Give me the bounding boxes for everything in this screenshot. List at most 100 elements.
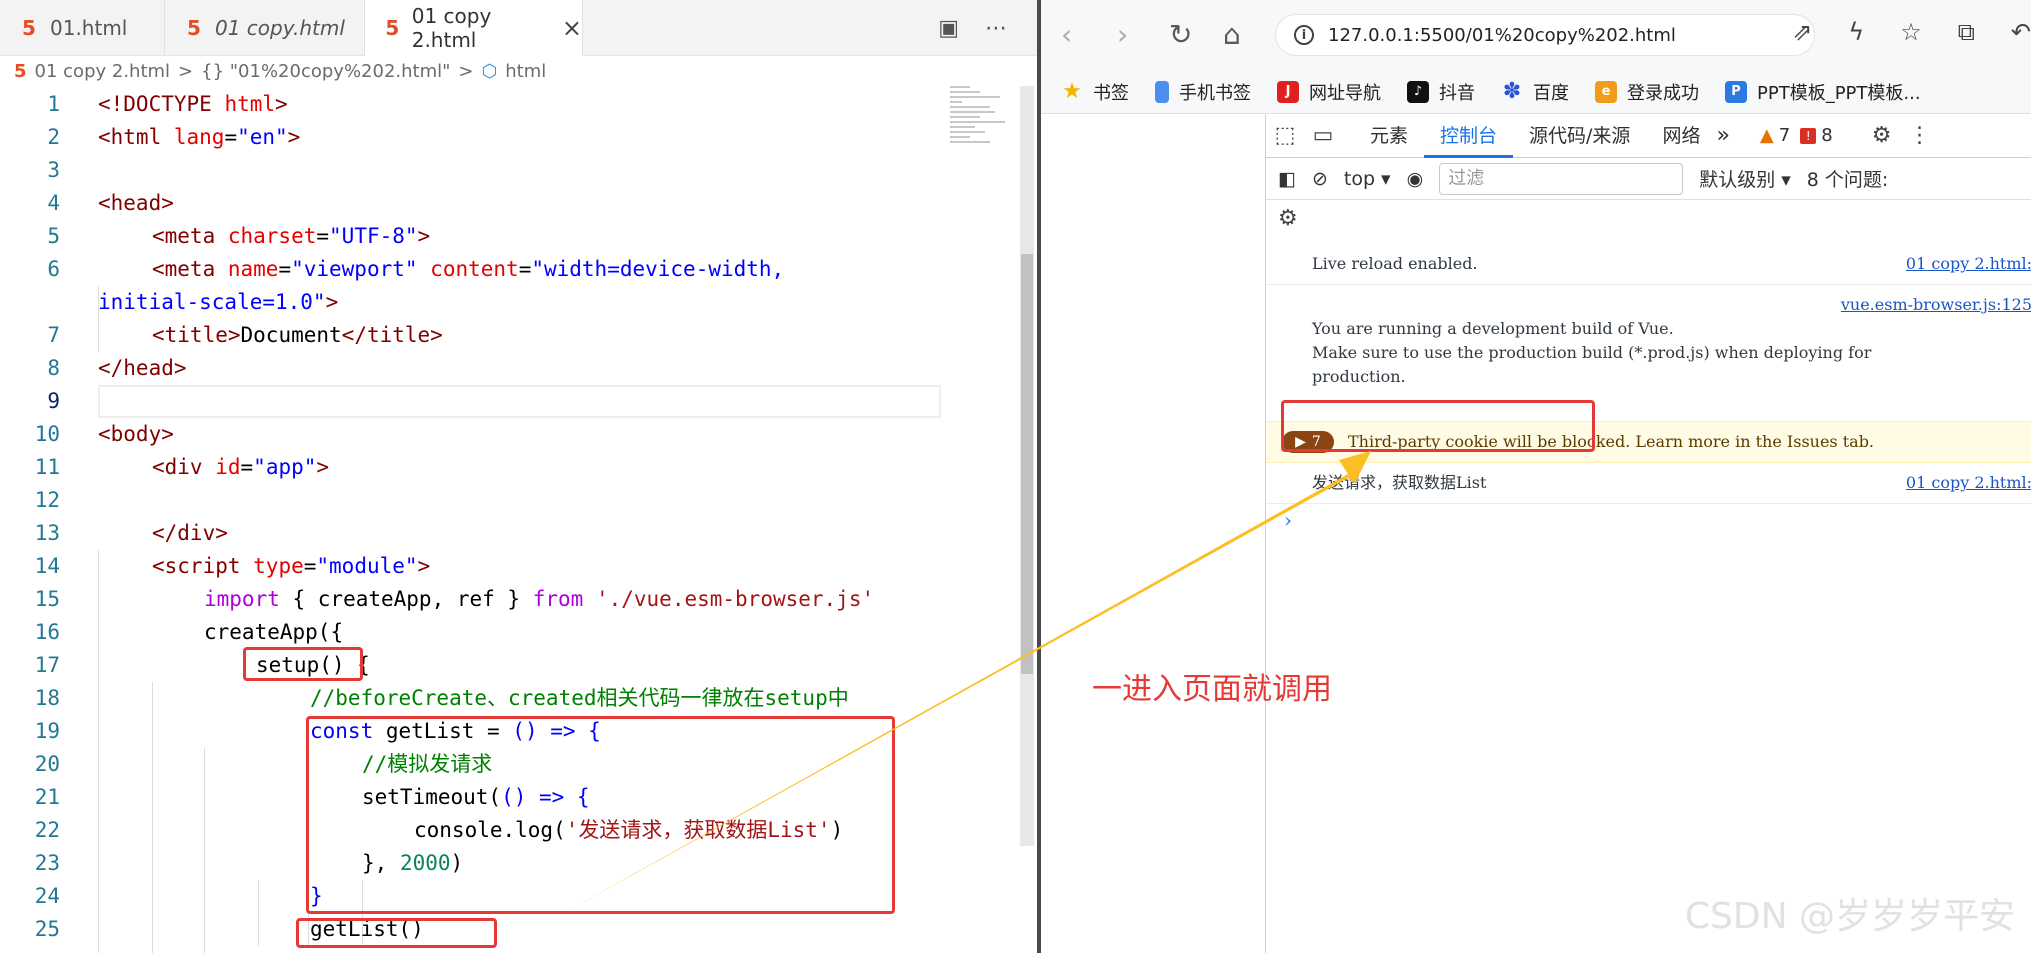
console-prompt[interactable]: ›: [1266, 504, 2031, 532]
console-output: Live reload enabled. 01 copy 2.html: You…: [1266, 244, 2031, 532]
breadcrumb-node[interactable]: html: [505, 61, 546, 82]
bookmark-item[interactable]: ★ 书签: [1061, 79, 1129, 105]
editor-tabbar: 5 01.html 5 01 copy.html 5 01 copy 2.htm…: [0, 0, 1037, 56]
console-log-message: 发送请求，获取数据List 01 copy 2.html:: [1266, 463, 2031, 504]
sidebar-toggle-icon[interactable]: ◧: [1278, 168, 1296, 190]
annotation-box-getlist: [306, 716, 895, 914]
breadcrumb-scope[interactable]: {} "01%20copy%202.html": [201, 61, 450, 82]
console-filterbar: ◧ ⊘ top ▾ ◉ 过滤 默认级别 ▾ 8 个问题:: [1266, 158, 2031, 200]
code-line: 10 <body>: [34, 422, 174, 446]
tab-01-copy-html[interactable]: 5 01 copy.html: [165, 0, 365, 56]
code-line: 4 <head>: [47, 191, 174, 215]
forward-icon[interactable]: ›: [1117, 18, 1128, 51]
tab-console[interactable]: 控制台: [1424, 114, 1514, 158]
device-toggle-icon[interactable]: ▭: [1304, 123, 1342, 148]
html5-icon: 5: [385, 16, 400, 40]
code-line: 14 <script type="module">: [34, 554, 431, 578]
annotation-label: 一进入页面就调用: [1092, 672, 1332, 707]
issues-count[interactable]: 8 个问题:: [1807, 165, 1889, 192]
bookmark-item[interactable]: e 登录成功: [1595, 79, 1699, 105]
html5-icon: 5: [187, 16, 201, 40]
code-line: 17 setup() {: [34, 653, 370, 677]
console-message: Live reload enabled. 01 copy 2.html:: [1266, 244, 2031, 285]
code-line: 5 <meta charset="UTF-8">: [47, 224, 431, 248]
element-icon: ⬡: [481, 60, 498, 82]
star-icon[interactable]: ☆: [1900, 18, 1922, 46]
bookmark-item[interactable]: 手机书签: [1155, 79, 1251, 105]
code-line: 1 <!DOCTYPE html>: [47, 92, 288, 116]
login-site-icon: e: [1595, 80, 1617, 103]
filter-input[interactable]: 过滤: [1439, 162, 1684, 195]
code-line: 15 import { createApp, ref } from './vue.…: [34, 587, 875, 611]
tab-01-copy-2-html[interactable]: 5 01 copy 2.html ×: [365, 0, 583, 56]
code-line: 13 </div>: [34, 521, 228, 545]
split-editor-icon[interactable]: ▣: [938, 16, 959, 41]
code-line: 11 <div id="app">: [34, 455, 330, 479]
error-badge[interactable]: ! 8: [1800, 125, 1833, 146]
bookmark-item[interactable]: ♪ 抖音: [1407, 79, 1475, 105]
address-bar[interactable]: i 127.0.0.1:5500/01%20copy%202.html: [1275, 14, 1815, 56]
console-settings-icon[interactable]: ⚙: [1278, 206, 1298, 231]
more-tabs-icon[interactable]: »: [1716, 123, 1729, 148]
back-icon[interactable]: ‹: [1061, 18, 1072, 51]
source-link[interactable]: vue.esm-browser.js:125: [1841, 293, 2031, 317]
close-icon[interactable]: ×: [562, 14, 582, 42]
browser-window: ‹ › ↻ ⌂ i 127.0.0.1:5500/01%20copy%202.h…: [1041, 0, 2031, 953]
screen: 5 01.html 5 01 copy.html 5 01 copy 2.htm…: [0, 0, 2031, 953]
tab-sources[interactable]: 源代码/来源: [1513, 114, 1646, 158]
ppt-site-icon: P: [1725, 80, 1747, 103]
context-selector[interactable]: top ▾: [1344, 168, 1391, 190]
code-line: 6 <meta name="viewport" content="width=de…: [47, 257, 785, 281]
code-line: 16 createApp({: [34, 620, 344, 644]
settings-icon[interactable]: ⚙: [1863, 123, 1901, 148]
warning-badge[interactable]: ▲ 7: [1760, 125, 1790, 146]
code-line: 18//beforeCreate、created相关代码一律放在setup中: [34, 686, 849, 710]
browser-toolbar: ‹ › ↻ ⌂ i 127.0.0.1:5500/01%20copy%202.h…: [1041, 0, 2031, 70]
more-icon[interactable]: ⋮: [1901, 123, 1939, 148]
bookmarks-bar: ★ 书签 手机书签 J 网址导航 ♪ 抖音 ✽ 百度 e 登录成功 P PPT模板_PPT模…: [1041, 70, 2031, 114]
reload-icon[interactable]: ↻: [1169, 18, 1192, 51]
html5-icon: 5: [14, 60, 27, 82]
scrollbar-thumb[interactable]: [1021, 254, 1033, 674]
extensions-icon[interactable]: ⧉: [1958, 18, 1975, 46]
bookmark-item[interactable]: J 网址导航: [1277, 79, 1381, 105]
breadcrumb-file[interactable]: 01 copy 2.html: [35, 61, 171, 82]
bolt-icon[interactable]: ϟ: [1848, 18, 1864, 46]
devtools-panel: ⬚ ▭ 元素 控制台 源代码/来源 网络 » ▲ 7 ! 8 ⚙ ⋮ ◧ ⊘ top…: [1265, 114, 2031, 953]
tab-network[interactable]: 网络: [1646, 114, 1716, 158]
tab-elements[interactable]: 元素: [1354, 114, 1424, 158]
editor-scrollbar[interactable]: [1020, 86, 1034, 846]
star-icon: ★: [1062, 79, 1082, 104]
home-icon[interactable]: ⌂: [1223, 18, 1241, 51]
bookmark-item[interactable]: ✽ 百度: [1501, 79, 1569, 105]
source-link[interactable]: 01 copy 2.html:: [1906, 252, 2031, 276]
code-line-current: 9: [0, 385, 1020, 418]
douyin-icon: ♪: [1407, 80, 1429, 103]
code-line: 7 <title>Document</title>: [47, 323, 443, 347]
code-line: 12: [34, 488, 60, 512]
source-link[interactable]: 01 copy 2.html:: [1906, 471, 2031, 495]
info-icon[interactable]: i: [1294, 25, 1314, 45]
code-line: 25 getList(): [34, 917, 424, 941]
minimap[interactable]: [950, 86, 1010, 156]
undo-icon[interactable]: ↶: [2011, 18, 2031, 46]
bookmark-item[interactable]: P PPT模板_PPT模板...: [1725, 79, 1921, 105]
clear-console-icon[interactable]: ⊘: [1312, 168, 1328, 190]
share-icon[interactable]: ⇗: [1792, 18, 1812, 46]
tab-01-html[interactable]: 5 01.html: [0, 0, 165, 56]
eye-icon[interactable]: ◉: [1407, 168, 1424, 190]
url-text: 127.0.0.1:5500/01%20copy%202.html: [1328, 24, 1676, 46]
inspect-icon[interactable]: ⬚: [1266, 123, 1304, 148]
breadcrumb-separator: >: [458, 60, 474, 82]
nav-site-icon: J: [1277, 80, 1299, 103]
annotation-box-console-log: [1281, 400, 1595, 452]
annotation-box-setup: [243, 647, 363, 681]
code-line: 2 <html lang="en">: [47, 125, 301, 149]
watermark: CSDN @岁岁岁平安: [1684, 896, 2015, 937]
code-line: 8 </head>: [47, 356, 187, 380]
log-level-select[interactable]: 默认级别 ▾: [1699, 165, 1791, 192]
devtools-tabbar: ⬚ ▭ 元素 控制台 源代码/来源 网络 » ▲ 7 ! 8 ⚙ ⋮: [1266, 114, 2031, 158]
more-icon[interactable]: ⋯: [985, 16, 1007, 41]
code-line-wrapped: initial-scale=1.0">: [98, 290, 339, 314]
baidu-icon: ✽: [1502, 79, 1522, 104]
